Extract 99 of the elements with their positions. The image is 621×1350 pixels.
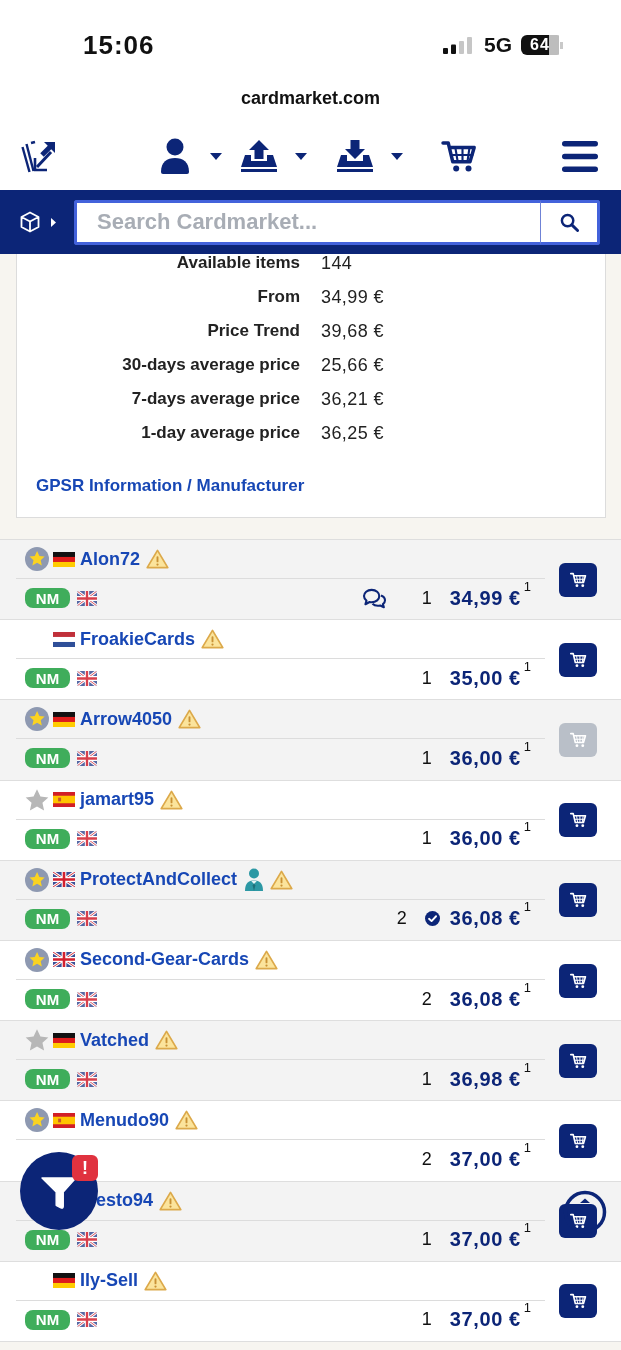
cart-icon [569,972,587,989]
info-value: 36,21 € [321,390,384,408]
price: 34,99 € [449,586,521,610]
add-to-cart-button[interactable] [559,1123,597,1158]
info-value: 25,66 € [321,356,384,374]
footnote-mark: 1 [523,658,531,674]
funnel-icon [40,1176,78,1210]
info-label: Available items [175,254,300,272]
info-label: From [256,288,300,306]
user-icon[interactable] [160,138,190,174]
info-label: Price Trend [206,322,300,340]
add-to-cart-button[interactable] [559,963,597,998]
condition-badge: NM [25,989,70,1010]
footnote-mark: 1 [523,738,531,754]
price: 37,00 € [449,1147,521,1171]
search-field[interactable]: Search Cardmarket... [74,199,540,245]
condition-badge: NM [25,1229,70,1250]
seller-name[interactable]: Alon72 [80,548,140,570]
info-label: 7-days average price [130,390,300,408]
quantity: 1 [421,1068,432,1090]
cart-icon [569,1132,587,1149]
price: 37,00 € [449,1308,521,1332]
cart-icon [569,812,587,829]
menu-icon[interactable] [562,140,598,172]
condition-badge: NM [25,908,70,929]
download-icon[interactable] [336,140,374,172]
footnote-mark: 1 [523,819,531,835]
info-value: 34,99 € [321,288,384,306]
price: 36,08 € [449,987,521,1011]
info-label: 1-day average price [140,424,300,442]
info-value: 39,68 € [321,322,384,340]
network-type: 5G [484,33,512,57]
add-to-cart-button[interactable] [559,883,597,918]
seller-name[interactable]: jamart95 [80,789,155,811]
quantity: 2 [421,1148,432,1170]
footnote-mark: 1 [523,899,531,915]
price: 37,00 € [449,1228,521,1252]
chat-bubbles-icon[interactable] [361,587,387,609]
add-to-cart-button[interactable] [559,803,597,838]
upload-icon[interactable] [240,140,278,172]
cart-icon [569,571,587,588]
caret-icon[interactable] [391,152,403,160]
search-button[interactable] [540,199,600,245]
footnote-mark: 1 [523,1220,531,1236]
quantity: 2 [396,908,407,930]
status-time: 15:06 [83,29,155,61]
seller-name[interactable]: ProtectAndCollect [80,869,238,891]
footnote-mark: 1 [523,979,531,995]
info-value: 144 [321,254,353,272]
footnote-mark: 1 [523,578,531,594]
footnote-mark: 1 [523,1139,531,1155]
seller-name[interactable]: esto94 [96,1190,154,1211]
cart-icon [569,1052,587,1069]
add-to-cart-button[interactable] [559,562,597,597]
seller-name[interactable]: Second-Gear-Cards [80,949,250,971]
alert-badge: ! [72,1155,98,1181]
quantity: 1 [421,1309,432,1331]
cart-icon [569,731,587,748]
info-label: 30-days average price [121,356,300,374]
seller-name[interactable]: Ily-Sell [80,1270,139,1292]
search-icon [559,212,579,232]
caret-icon[interactable] [295,152,307,160]
gpsr-link[interactable]: GPSR Information / Manufacturer [36,476,305,496]
caret-icon[interactable] [210,152,222,160]
quantity: 1 [421,828,432,850]
cart-icon [569,892,587,909]
cube-icon[interactable] [20,211,40,233]
quantity: 2 [421,988,432,1010]
battery-indicator: 64 [521,35,563,55]
price: 35,00 € [449,666,521,690]
quantity: 1 [421,1229,432,1251]
caret-icon[interactable] [51,217,56,227]
condition-badge: NM [25,668,70,689]
quantity: 1 [421,747,432,769]
quantity: 1 [421,667,432,689]
price: 36,00 € [449,746,521,770]
cart-icon[interactable] [441,139,478,173]
cart-icon [569,1213,587,1230]
condition-badge: NM [25,1069,70,1090]
seller-name[interactable]: FroakieCards [80,628,196,650]
price: 36,08 € [449,907,521,931]
info-value: 36,25 € [321,424,384,442]
signal-icon [443,36,472,54]
price: 36,98 € [449,1067,521,1091]
condition-badge: NM [25,828,70,849]
add-to-cart-button[interactable] [559,1043,597,1078]
seller-name[interactable]: Vatched [80,1029,150,1051]
condition-badge: NM [25,588,70,609]
add-to-cart-button[interactable] [559,642,597,677]
add-to-cart-button[interactable] [559,1284,597,1319]
seller-name[interactable]: Menudo90 [80,1109,169,1131]
footnote-mark: 1 [523,1300,531,1316]
condition-badge: NM [25,1309,70,1330]
cart-icon [569,651,587,668]
quantity: 1 [421,587,432,609]
footnote-mark: 1 [523,1059,531,1075]
condition-badge: NM [25,748,70,769]
price: 36,00 € [449,827,521,851]
cart-icon [569,1293,587,1310]
